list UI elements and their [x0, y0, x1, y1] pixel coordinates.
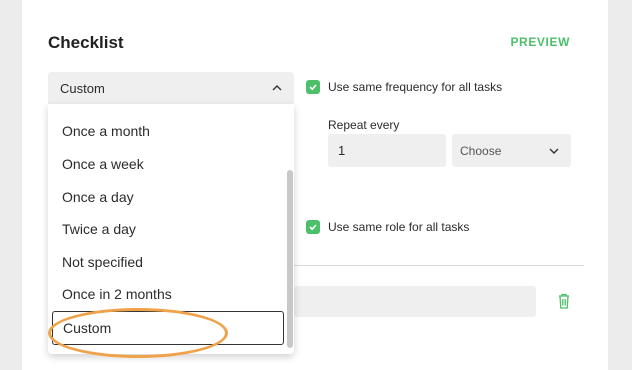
chevron-up-icon	[272, 85, 282, 91]
chevron-down-icon	[549, 148, 559, 154]
frequency-dropdown-menu: Once a month Once a week Once a day Twic…	[48, 104, 294, 354]
frequency-select[interactable]: Custom	[48, 72, 294, 104]
frequency-select-value: Custom	[60, 80, 105, 96]
option-custom[interactable]: Custom	[52, 311, 284, 345]
repeat-unit-select[interactable]: Choose	[452, 134, 571, 167]
checkmark-icon	[306, 220, 320, 234]
repeat-every-label: Repeat every	[328, 118, 400, 132]
option-once-a-week[interactable]: Once a week	[48, 147, 286, 180]
checkmark-icon	[306, 80, 320, 94]
repeat-unit-placeholder: Choose	[460, 143, 502, 158]
option-once-in-2-months[interactable]: Once in 2 months	[48, 277, 286, 310]
repeat-every-input[interactable]	[328, 134, 446, 167]
same-role-checkbox[interactable]: Use same role for all tasks	[306, 220, 469, 234]
task-input[interactable]	[294, 286, 536, 317]
same-frequency-checkbox[interactable]: Use same frequency for all tasks	[306, 80, 502, 94]
checklist-card: Checklist PREVIEW Custom Use same freque…	[22, 0, 608, 370]
option-once-a-day[interactable]: Once a day	[48, 180, 286, 213]
option-not-specified[interactable]: Not specified	[48, 245, 286, 278]
section-title: Checklist	[48, 33, 124, 52]
option-twice-a-day[interactable]: Twice a day	[48, 212, 286, 245]
section-divider	[294, 265, 584, 266]
trash-icon[interactable]	[556, 292, 572, 310]
preview-button[interactable]: PREVIEW	[510, 35, 570, 49]
same-frequency-label: Use same frequency for all tasks	[328, 80, 503, 94]
same-role-label: Use same role for all tasks	[328, 220, 470, 234]
option-once-a-month[interactable]: Once a month	[48, 114, 286, 147]
dropdown-scrollbar[interactable]	[287, 170, 293, 348]
dropdown-option-partial[interactable]	[48, 104, 286, 108]
